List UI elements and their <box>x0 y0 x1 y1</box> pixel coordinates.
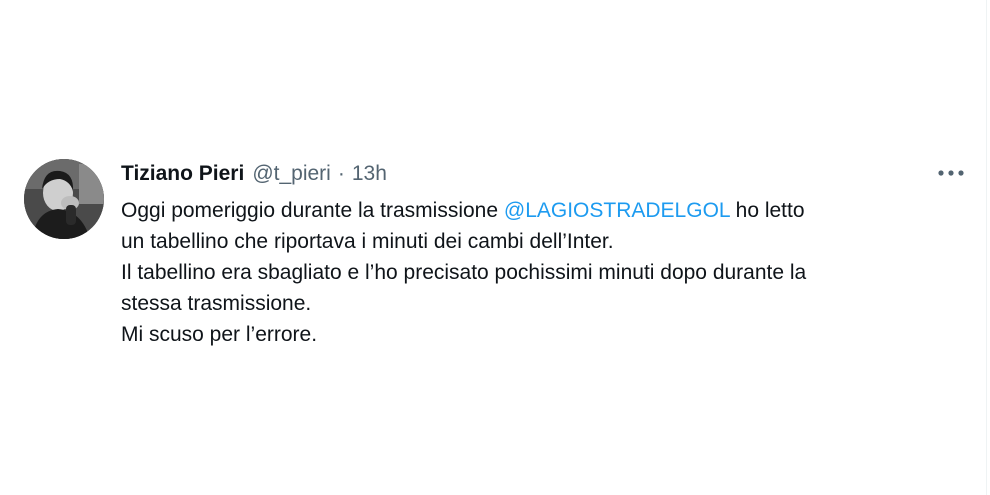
separator-dot: · <box>337 162 345 185</box>
tweet-text-line: stessa trasmissione. <box>121 292 312 315</box>
author-handle[interactable]: @t_pieri <box>252 162 331 186</box>
mention-link[interactable]: @LAGIOSTRADELGOL <box>504 199 730 222</box>
more-options-button[interactable] <box>936 163 966 183</box>
tweet-text-line: Mi scuso per l’errore. <box>121 323 318 346</box>
tweet-body: Tiziano Pieri @t_pieri · 13h Oggi pomeri… <box>121 155 964 350</box>
tweet-text-segment: ho letto <box>729 199 805 222</box>
profile-photo <box>24 159 104 239</box>
timeline-divider <box>986 0 987 495</box>
tweet-text: Oggi pomeriggio durante la trasmissione … <box>121 195 961 350</box>
tweet-text-line: Il tabellino era sbagliato e l’ho precis… <box>121 261 807 284</box>
tweet-text-segment: Oggi pomeriggio durante la trasmissione <box>121 199 504 222</box>
more-horizontal-icon <box>938 170 964 176</box>
tweet-text-line: Oggi pomeriggio durante la trasmissione … <box>121 195 961 226</box>
tweet-text-line: un tabellino che riportava i minuti dei … <box>121 230 614 253</box>
author-name[interactable]: Tiziano Pieri <box>121 162 244 186</box>
avatar[interactable] <box>24 159 104 239</box>
timestamp[interactable]: 13h <box>352 162 387 186</box>
tweet-header: Tiziano Pieri @t_pieri · 13h <box>121 155 961 193</box>
